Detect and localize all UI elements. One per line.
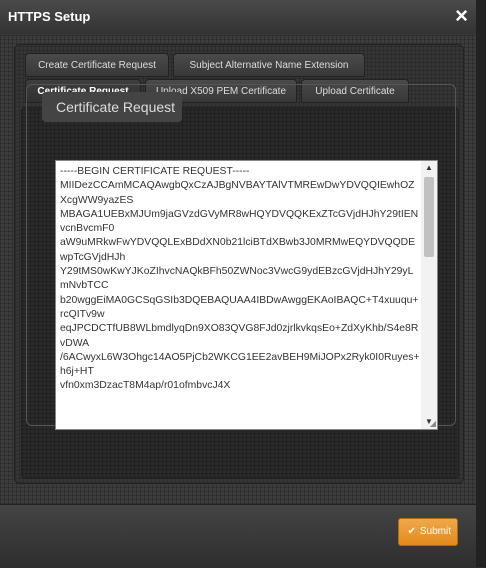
submit-button[interactable]: ✔ Submit: [398, 518, 458, 546]
dialog-footer: ✔ Submit: [0, 504, 476, 568]
scroll-thumb[interactable]: [424, 177, 434, 257]
tab-create-certificate-request[interactable]: Create Certificate Request: [25, 53, 169, 77]
resize-grip-icon[interactable]: ◢: [430, 419, 436, 428]
https-setup-dialog: HTTPS Setup × Create Certificate Request…: [0, 0, 476, 568]
close-icon[interactable]: ×: [455, 3, 468, 29]
fieldset-legend: Certificate Request: [42, 92, 182, 122]
dialog-title: HTTPS Setup: [8, 9, 91, 24]
background-strip: [476, 0, 486, 567]
certificate-text[interactable]: -----BEGIN CERTIFICATE REQUEST----- MIID…: [60, 165, 420, 394]
check-icon: ✔: [407, 526, 416, 537]
tab-subject-alternative-name-extension[interactable]: Subject Alternative Name Extension: [173, 53, 365, 77]
certificate-textarea[interactable]: -----BEGIN CERTIFICATE REQUEST----- MIID…: [55, 160, 438, 430]
scroll-up-icon[interactable]: ▲: [421, 161, 437, 175]
dialog-titlebar: HTTPS Setup ×: [0, 0, 476, 34]
textarea-scrollbar[interactable]: ▲ ▼: [421, 161, 437, 429]
submit-label: Submit: [419, 526, 451, 537]
